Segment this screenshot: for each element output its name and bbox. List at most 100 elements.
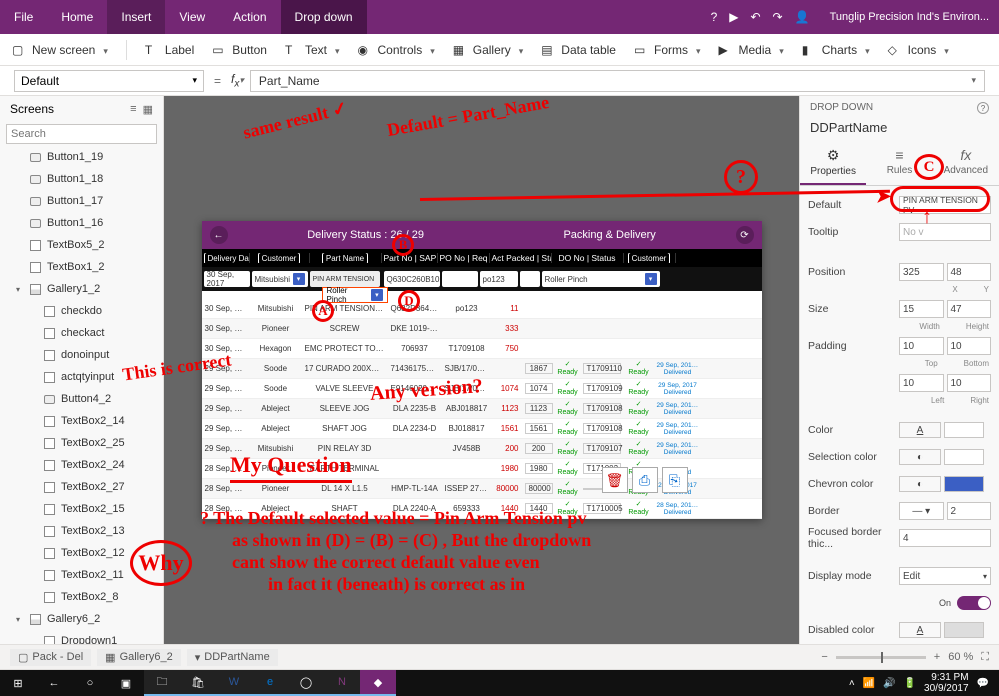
filter-partno[interactable]: Q630C260B10 xyxy=(384,271,440,287)
gallery-row[interactable]: 30 Sep, 2017PioneerSCREWDKE 1019-1-1333 xyxy=(202,319,762,339)
tab-file[interactable]: File xyxy=(0,0,47,34)
tree-search[interactable] xyxy=(6,124,157,144)
prop-y[interactable]: 48 xyxy=(947,263,992,281)
display-mode[interactable]: Edit▾ xyxy=(899,567,991,585)
color-swatch[interactable] xyxy=(944,422,984,438)
fit-icon[interactable]: ⛶ xyxy=(981,651,989,664)
label-button[interactable]: TLabel xyxy=(145,43,194,57)
tree-item-textbox2_24[interactable]: TextBox2_24 xyxy=(0,454,163,476)
tab-properties[interactable]: ⚙Properties xyxy=(800,141,866,185)
cortana-icon[interactable]: ○ xyxy=(72,670,108,696)
wifi-icon[interactable]: 📶 xyxy=(863,678,875,689)
border-width[interactable]: 2 xyxy=(947,502,992,520)
zoom-slider[interactable] xyxy=(836,656,926,659)
gallery-row[interactable]: 28 Sep, 2017AblejectSHAFTDLA 2240-A65933… xyxy=(202,499,762,519)
notifications-icon[interactable]: 💬 xyxy=(977,678,989,689)
explorer-icon[interactable]: 🗀 xyxy=(144,670,180,696)
help-icon[interactable]: ? xyxy=(711,10,718,24)
gallery-row[interactable]: 30 Sep, 2017MitsubishiPIN ARM TENSION PV… xyxy=(202,299,762,319)
disabled-color-icon[interactable]: A xyxy=(899,622,941,638)
tree-search-input[interactable] xyxy=(6,124,157,144)
prop-w[interactable]: 15 xyxy=(899,300,944,318)
tree-item-textbox2_25[interactable]: TextBox2_25 xyxy=(0,432,163,454)
prop-pad-t[interactable]: 10 xyxy=(899,337,944,355)
filter-customer[interactable]: Mitsubishi▾ xyxy=(252,271,308,287)
datatable-button[interactable]: ▤Data table xyxy=(541,43,616,57)
volume-icon[interactable]: 🔊 xyxy=(883,678,895,689)
gallery-row[interactable]: 29 Sep, 2017MitsubishiPIN RELAY 3DJV458B… xyxy=(202,439,762,459)
play-icon[interactable]: ▶ xyxy=(729,10,738,24)
tree-item-button1_19[interactable]: Button1_19 xyxy=(0,146,163,168)
zoom-in-icon[interactable]: + xyxy=(934,651,940,663)
prop-pad-r[interactable]: 10 xyxy=(947,374,992,392)
filter-rollerpinch-right[interactable]: Roller Pinch▾ xyxy=(542,271,660,287)
tree-item-actqtyinput[interactable]: actqtyinput xyxy=(0,366,163,388)
tab-dropdown[interactable]: Drop down xyxy=(281,0,367,34)
tree-item-textbox2_14[interactable]: TextBox2_14 xyxy=(0,410,163,432)
print-icon[interactable]: ⎙ xyxy=(632,467,658,493)
focused-border[interactable]: 4 xyxy=(899,529,991,547)
charts-button[interactable]: ▮Charts xyxy=(802,43,870,57)
grid-view-icon[interactable]: ▦ xyxy=(143,103,153,116)
tree-item-donoinput[interactable]: donoinput xyxy=(0,344,163,366)
prop-body[interactable]: Default PIN ARM TENSION PV Tooltip No v … xyxy=(800,186,999,644)
refresh-icon[interactable]: ⟳ xyxy=(736,226,754,244)
tree-item-gallery1_2[interactable]: ▾Gallery1_2 xyxy=(0,278,163,300)
chev-swatch[interactable] xyxy=(944,476,984,492)
filter-qty[interactable] xyxy=(520,271,540,287)
system-tray[interactable]: ˄ 📶 🔊 🔋 9:31 PM30/9/2017 💬 xyxy=(839,672,999,694)
tree-item-button1_17[interactable]: Button1_17 xyxy=(0,190,163,212)
prop-x[interactable]: 325 xyxy=(899,263,944,281)
undo-icon[interactable]: ↶ xyxy=(750,10,760,24)
list-view-icon[interactable]: ≡ xyxy=(130,103,136,116)
tree-item-textbox2_15[interactable]: TextBox2_15 xyxy=(0,498,163,520)
tab-rules[interactable]: ≡Rules xyxy=(866,141,932,185)
page-icon[interactable]: ⎘ xyxy=(662,467,688,493)
visible-toggle[interactable] xyxy=(957,596,991,610)
tree-item-textbox5_2[interactable]: TextBox5_2 xyxy=(0,234,163,256)
up-icon[interactable]: ˄ xyxy=(849,678,855,689)
prop-h[interactable]: 47 xyxy=(947,300,992,318)
font-color-icon[interactable]: A xyxy=(899,422,941,438)
redo-icon[interactable]: ↷ xyxy=(773,10,783,24)
tree-list[interactable]: Button1_19Button1_18Button1_17Button1_16… xyxy=(0,146,163,644)
zoom-out-icon[interactable]: − xyxy=(821,651,827,663)
tree-item-gallery6_2[interactable]: ▾Gallery6_2 xyxy=(0,608,163,630)
back-icon[interactable]: ← xyxy=(36,670,72,696)
sel-color-icon[interactable]: ◐ xyxy=(899,449,941,465)
tree-item-button1_18[interactable]: Button1_18 xyxy=(0,168,163,190)
tree-item-textbox2_11[interactable]: TextBox2_11 xyxy=(0,564,163,586)
gallery-row[interactable]: 29 Sep, 2017Soode17 CURADO 200XG BRAKE R… xyxy=(202,359,762,379)
battery-icon[interactable]: 🔋 xyxy=(904,678,916,689)
text-button[interactable]: TText xyxy=(285,43,340,57)
new-screen-button[interactable]: ▢New screen xyxy=(12,43,108,57)
tree-item-checkact[interactable]: checkact xyxy=(0,322,163,344)
controls-button[interactable]: ◉Controls xyxy=(358,43,435,57)
app-canvas[interactable]: ← Delivery Status : 26 / 29 Packing & De… xyxy=(202,221,762,519)
crumb-control[interactable]: ▾ DDPartName xyxy=(187,649,278,666)
forms-button[interactable]: ▭Forms xyxy=(634,43,701,57)
crumb-gallery[interactable]: ▦ Gallery6_2 xyxy=(97,649,181,666)
user-icon[interactable]: 👤 xyxy=(795,10,810,24)
gallery-row[interactable]: 30 Sep, 2017HexagonEMC PROTECT TOP PART7… xyxy=(202,339,762,359)
formula-input[interactable]: Part_Name ▾ xyxy=(250,70,985,92)
tab-view[interactable]: View xyxy=(165,0,219,34)
edge-icon[interactable]: e xyxy=(252,670,288,696)
disabled-swatch[interactable] xyxy=(944,622,984,638)
tree-item-textbox2_12[interactable]: TextBox2_12 xyxy=(0,542,163,564)
tab-home[interactable]: Home xyxy=(47,0,107,34)
prop-pad-b[interactable]: 10 xyxy=(947,337,992,355)
gallery-button[interactable]: ▦Gallery xyxy=(453,43,524,57)
crumb-screen[interactable]: ▢ Pack - Del xyxy=(10,649,91,666)
powerapps-icon[interactable]: ◆ xyxy=(360,670,396,696)
taskview-icon[interactable]: ▣ xyxy=(108,670,144,696)
fx-label[interactable]: fx xyxy=(231,72,244,89)
prop-pad-l[interactable]: 10 xyxy=(899,374,944,392)
tree-item-button1_16[interactable]: Button1_16 xyxy=(0,212,163,234)
tree-item-button4_2[interactable]: Button4_2 xyxy=(0,388,163,410)
back-icon[interactable]: ← xyxy=(210,226,228,244)
media-button[interactable]: ▶Media xyxy=(719,43,784,57)
clock[interactable]: 9:31 PM30/9/2017 xyxy=(924,672,969,694)
store-icon[interactable]: 🛍 xyxy=(180,670,216,696)
filter-pono[interactable]: po123 xyxy=(480,271,518,287)
